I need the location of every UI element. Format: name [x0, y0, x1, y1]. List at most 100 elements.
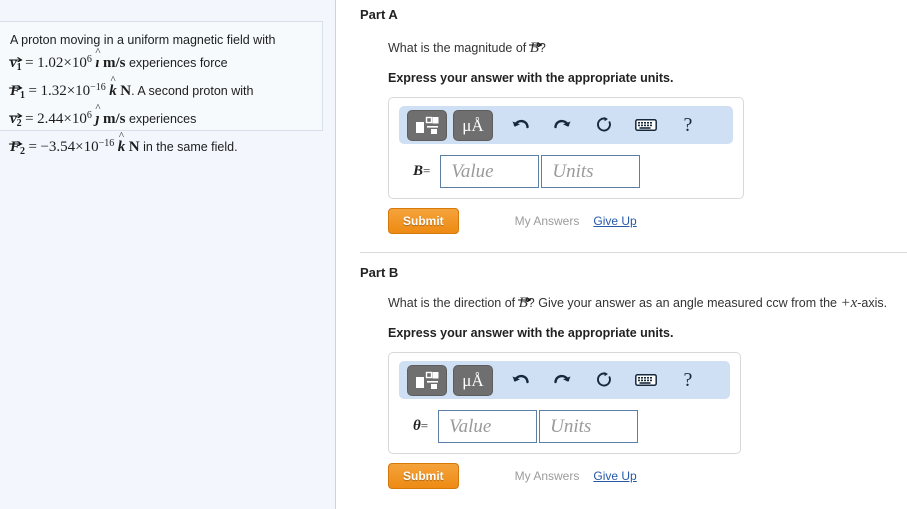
part-a-answer-box: μÅ ? B= Value Units: [388, 97, 744, 199]
f1-exponent: −16: [90, 82, 106, 93]
units-mu-angstrom-icon[interactable]: μÅ: [453, 109, 493, 141]
part-b-question: What is the direction of B? Give your an…: [388, 295, 893, 312]
part-a-submit-button[interactable]: Submit: [388, 208, 459, 234]
part-a-instruction: Express your answer with the appropriate…: [388, 71, 674, 85]
f1-subscript: 1: [20, 90, 26, 101]
part-b-toolbar: μÅ ?: [399, 361, 730, 399]
f2-coefficient: −3.54: [40, 139, 76, 155]
redo-icon[interactable]: [547, 366, 577, 395]
part-a-my-answers-label[interactable]: My Answers: [515, 214, 580, 228]
v1-times: ×: [63, 55, 72, 71]
f1-times: ×: [66, 83, 76, 99]
problem-line-2: v1 = 1.02×106 ^ ı m/s experiences force: [9, 47, 312, 78]
part-a-value-input[interactable]: [440, 155, 540, 188]
keyboard-icon[interactable]: [631, 366, 661, 395]
help-icon[interactable]: ?: [673, 366, 703, 395]
part-b-my-answers-label[interactable]: My Answers: [515, 469, 580, 483]
f1-tail-text: . A second proton with: [131, 84, 254, 98]
part-b-units-input[interactable]: [539, 410, 639, 443]
part-b-B-symbol: B: [518, 295, 528, 311]
part-b-equals-sign: =: [420, 418, 429, 433]
v1-vector-symbol: v1: [9, 53, 23, 78]
part-b-submit-row: Submit My Answers Give Up: [388, 463, 893, 489]
part-a-toolbar: μÅ ?: [399, 106, 733, 144]
part-a-variable-label: B=: [413, 163, 430, 180]
part-b-instruction: Express your answer with the appropriate…: [388, 326, 674, 340]
part-a-section: Part A What is the magnitude of B? Expre…: [360, 7, 907, 234]
v2-hat-symbol: ȷ: [95, 111, 100, 127]
part-b-question-post: -axis.: [857, 296, 888, 310]
v2-symbol: v: [10, 111, 17, 127]
problem-statement-text: A proton moving in a uniform magnetic fi…: [9, 30, 312, 162]
f1-unit-vector: ^ k: [109, 75, 117, 101]
problem-statement-panel: A proton moving in a uniform magnetic fi…: [0, 0, 336, 509]
part-b-value-input[interactable]: [438, 410, 538, 443]
part-b-heading: Part B: [360, 265, 399, 280]
part-a-question: What is the magnitude of B?: [388, 40, 893, 57]
f1-vector-symbol: F1: [9, 81, 26, 106]
problem-statement-box: A proton moving in a uniform magnetic fi…: [0, 21, 323, 157]
part-a-input-row: B=: [399, 155, 733, 188]
f2-hat-symbol: k: [117, 139, 126, 155]
help-icon[interactable]: ?: [673, 111, 703, 140]
problem-line-4: v2 = 2.44×106 ^ ȷ m/s experiences: [9, 103, 312, 134]
part-b-input-row: θ=: [399, 410, 730, 443]
part-divider: [360, 252, 907, 253]
part-b-variable-symbol: θ: [413, 418, 421, 434]
part-a-give-up-link[interactable]: Give Up: [593, 214, 636, 228]
undo-icon[interactable]: [505, 366, 535, 395]
part-a-question-pre: What is the magnitude of: [388, 41, 530, 55]
part-b-submit-button[interactable]: Submit: [388, 463, 459, 489]
f2-subscript: 2: [20, 146, 26, 157]
v1-hat-symbol: ı: [95, 55, 100, 71]
part-b-question-mid: ? Give your answer as an angle measured …: [527, 296, 841, 310]
part-b-give-up-link[interactable]: Give Up: [593, 469, 636, 483]
v1-exponent: 6: [86, 54, 92, 65]
part-a-submit-row: Submit My Answers Give Up: [388, 208, 893, 234]
v2-base: 10: [71, 111, 87, 127]
problem-line-1-text: A proton moving in a uniform magnetic fi…: [10, 33, 276, 47]
template-layout-icon[interactable]: [407, 109, 447, 141]
v2-times: ×: [63, 111, 72, 127]
keyboard-icon[interactable]: [631, 111, 661, 140]
v2-unit-vector: ^ ȷ: [95, 103, 100, 129]
f1-equals: =: [28, 83, 37, 99]
part-b-answer-box: μÅ ? θ= Value Units: [388, 352, 741, 454]
reset-icon[interactable]: [589, 366, 619, 395]
part-a-B-symbol: B: [529, 40, 539, 56]
problem-line-3: F1 = 1.32×10−16 ^ k N. A second proton wi…: [9, 75, 312, 106]
f2-unit-vector: ^ k: [117, 131, 126, 157]
part-a-question-post: ?: [538, 41, 546, 55]
f1-base: 10: [75, 83, 91, 99]
v1-tail-text: experiences force: [128, 56, 228, 70]
f2-tail-text: in the same field.: [143, 140, 238, 154]
part-a-heading: Part A: [360, 7, 398, 22]
part-b-question-pre: What is the direction of: [388, 296, 519, 310]
part-b-variable-label: θ=: [413, 418, 428, 435]
f2-symbol: F: [10, 139, 21, 155]
f2-exponent: −16: [98, 138, 115, 149]
units-mu-angstrom-icon[interactable]: μÅ: [453, 364, 493, 396]
v1-symbol: v: [10, 55, 17, 71]
part-a-B-vector: B: [528, 40, 543, 57]
part-b-section: Part B What is the direction of B? Give …: [360, 265, 907, 489]
f2-equals: =: [28, 139, 37, 155]
f2-vector-symbol: F2: [9, 137, 26, 162]
reset-icon[interactable]: [589, 111, 619, 140]
f1-coefficient: 1.32: [40, 83, 67, 99]
f2-units: N: [128, 139, 140, 155]
v2-subscript: 2: [16, 118, 22, 129]
part-a-variable-symbol: B: [413, 163, 424, 179]
units-icon-label: μÅ: [462, 370, 484, 390]
f1-units: N: [120, 83, 132, 99]
part-a-equals-sign: =: [423, 163, 431, 178]
redo-icon[interactable]: [547, 111, 577, 140]
v1-equals: =: [25, 55, 34, 71]
template-layout-icon[interactable]: [407, 364, 447, 396]
units-icon-label: μÅ: [462, 115, 484, 135]
undo-icon[interactable]: [505, 111, 535, 140]
part-a-units-input[interactable]: [541, 155, 641, 188]
answer-panel: Part A What is the magnitude of B? Expre…: [336, 0, 907, 509]
v2-units: m/s: [102, 111, 126, 127]
v1-units: m/s: [102, 55, 126, 71]
